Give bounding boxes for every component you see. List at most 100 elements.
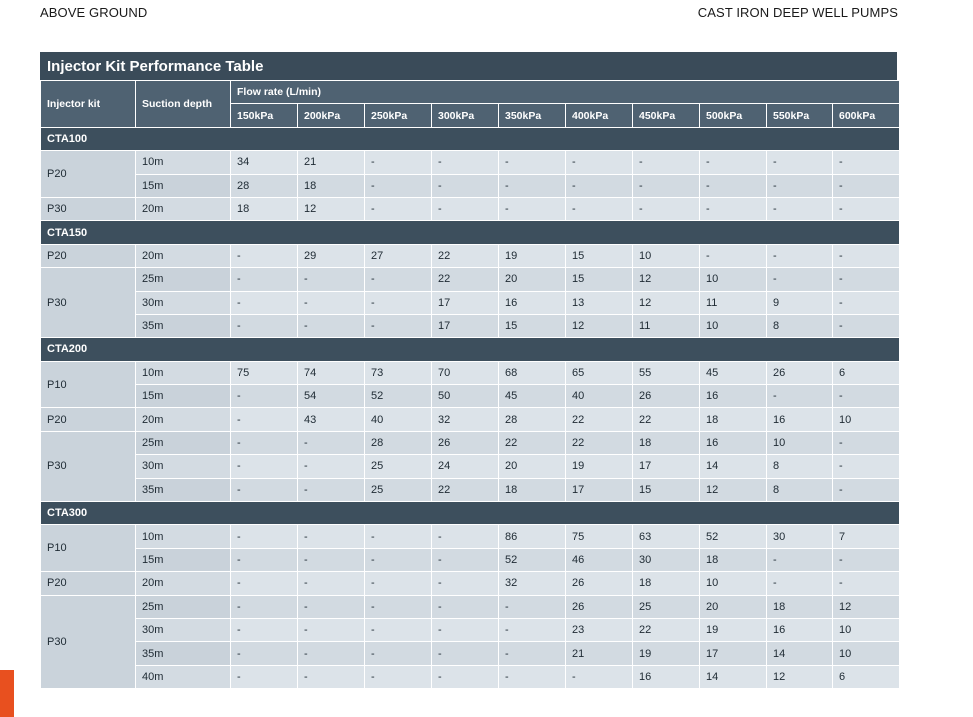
flow-value-cell: 15 xyxy=(565,243,633,269)
flow-value-cell: - xyxy=(431,547,499,573)
flow-value-cell: - xyxy=(699,196,767,222)
group-row: CTA150 xyxy=(39,220,901,245)
flow-value-cell: - xyxy=(831,173,901,198)
table-row: P30 25m - - -22 20 15 12 10- - xyxy=(40,267,901,339)
flow-value-cell: - xyxy=(498,594,566,619)
flow-value-cell: 12 xyxy=(565,313,633,339)
flow-value-cell: - xyxy=(831,430,901,456)
suction-depth-cell: 30m xyxy=(135,454,231,479)
flow-value-cell: 22 xyxy=(565,430,633,456)
flow-value-cell: - xyxy=(364,594,432,619)
flow-value-cell: 29 xyxy=(297,243,365,269)
flow-value-cell: 43 xyxy=(297,407,365,432)
flow-value-cell: 28 xyxy=(364,430,432,456)
flow-value-cell: - xyxy=(230,524,298,549)
col-header-pressure: 200kPa xyxy=(297,103,365,128)
flow-value-cell: - xyxy=(431,196,499,222)
table-row: 35m - - -17 15 12 11 10 8- xyxy=(41,313,901,339)
flow-value-cell: - xyxy=(831,150,901,175)
flow-value-cell: 19 xyxy=(699,617,767,643)
suction-depth-cell: 15m xyxy=(135,547,231,573)
flow-value-cell: 11 xyxy=(632,313,700,339)
performance-table-panel: Injector Kit Performance Table Injector … xyxy=(39,52,901,690)
flow-value-cell: 27 xyxy=(364,243,432,269)
performance-table: Injector kit Suction depth Flow rate (L/… xyxy=(39,79,901,690)
flow-value-cell: - xyxy=(699,173,767,198)
flow-value-cell: 22 xyxy=(498,430,566,456)
side-accent-tab xyxy=(0,670,14,717)
flow-value-cell: - xyxy=(297,571,365,596)
flow-value-cell: 16 xyxy=(498,290,566,315)
flow-value-cell: 52 xyxy=(699,524,767,549)
col-header-pressure: 550kPa xyxy=(766,103,833,128)
flow-value-cell: 24 xyxy=(431,454,499,479)
group-label: CTA100 xyxy=(39,126,901,152)
flow-value-cell: 55 xyxy=(632,360,700,386)
col-header-pressure: 300kPa xyxy=(431,103,499,128)
flow-value-cell: 10 xyxy=(632,243,700,269)
flow-value-cell: 75 xyxy=(565,524,633,549)
col-header-suction-depth: Suction depth xyxy=(135,80,231,128)
flow-value-cell: 73 xyxy=(364,360,432,386)
flow-value-cell: 12 xyxy=(699,477,767,503)
flow-value-cell: 26 xyxy=(766,360,833,386)
col-header-pressure: 250kPa xyxy=(364,103,432,128)
flow-value-cell: - xyxy=(831,454,901,479)
flow-value-cell: - xyxy=(831,547,901,573)
flow-value-cell: 28 xyxy=(230,173,298,198)
flow-value-cell: - xyxy=(230,454,298,479)
suction-depth-cell: 20m xyxy=(135,243,231,269)
flow-value-cell: 10 xyxy=(699,571,767,596)
suction-depth-cell: 35m xyxy=(135,477,231,503)
suction-depth-cell: 25m xyxy=(135,267,231,292)
suction-depth-cell: 20m xyxy=(135,196,231,222)
flow-value-cell: 14 xyxy=(766,641,833,666)
flow-value-cell: 32 xyxy=(431,407,499,432)
flow-value-cell: 65 xyxy=(565,360,633,386)
flow-value-cell: 22 xyxy=(565,407,633,432)
suction-depth-cell: 25m xyxy=(135,430,231,456)
flow-value-cell: - xyxy=(364,571,432,596)
group-row: CTA100 xyxy=(39,126,901,152)
group-label: CTA150 xyxy=(39,220,901,245)
flow-value-cell: 14 xyxy=(699,664,767,690)
suction-depth-cell: 15m xyxy=(135,384,231,409)
suction-depth-cell: 10m xyxy=(135,360,231,386)
flow-value-cell: 18 xyxy=(699,407,767,432)
suction-depth-cell: 30m xyxy=(135,290,231,315)
flow-value-cell: 18 xyxy=(699,547,767,573)
flow-value-cell: - xyxy=(230,313,298,339)
flow-value-cell: 26 xyxy=(431,430,499,456)
flow-value-cell: 8 xyxy=(766,454,833,479)
flow-value-cell: - xyxy=(297,617,365,643)
suction-depth-cell: 35m xyxy=(135,641,231,666)
flow-value-cell: - xyxy=(364,267,432,292)
flow-value-cell: 26 xyxy=(565,594,633,619)
flow-value-cell: 40 xyxy=(565,384,633,409)
flow-value-cell: - xyxy=(632,196,700,222)
table-row: P10 10m - - - -86 75 63 52 30 7 xyxy=(40,524,901,573)
group-label: CTA200 xyxy=(39,337,901,362)
flow-value-cell: - xyxy=(297,594,365,619)
flow-value-cell: 25 xyxy=(364,454,432,479)
flow-value-cell: 10 xyxy=(831,407,901,432)
table-row: 35m - -25 22 18 17 15 12 8- xyxy=(41,477,901,503)
flow-value-cell: - xyxy=(431,524,499,549)
suction-depth-cell: 10m xyxy=(135,524,231,549)
suction-depth-cell: 20m xyxy=(135,571,231,596)
flow-value-cell: 86 xyxy=(498,524,566,549)
flow-value-cell: - xyxy=(498,617,566,643)
flow-value-cell: - xyxy=(297,547,365,573)
flow-value-cell: 20 xyxy=(498,454,566,479)
flow-value-cell: - xyxy=(766,196,833,222)
table-title: Injector Kit Performance Table xyxy=(40,52,897,80)
flow-value-cell: - xyxy=(831,571,901,596)
flow-value-cell: 21 xyxy=(565,641,633,666)
flow-value-cell: 17 xyxy=(431,290,499,315)
flow-value-cell: 20 xyxy=(498,267,566,292)
flow-value-cell: 9 xyxy=(766,290,833,315)
flow-value-cell: - xyxy=(831,477,901,503)
flow-value-cell: - xyxy=(565,173,633,198)
flow-value-cell: 18 xyxy=(230,196,298,222)
flow-value-cell: 26 xyxy=(565,571,633,596)
